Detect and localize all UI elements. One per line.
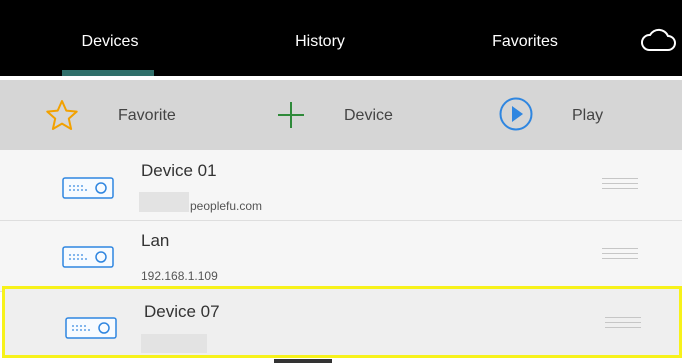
- device-row[interactable]: Lan 192.168.1.109: [0, 221, 682, 292]
- tab-favorites[interactable]: Favorites: [455, 0, 595, 76]
- plus-icon[interactable]: [276, 100, 306, 130]
- tab-devices[interactable]: Devices: [40, 0, 180, 76]
- device-row[interactable]: Device 01 peoplefu.com: [0, 150, 682, 221]
- device-name: Device 07: [144, 302, 220, 321]
- active-tab-indicator: [62, 70, 154, 76]
- favorite-button-label[interactable]: Favorite: [118, 80, 176, 150]
- device-box-icon: [62, 177, 114, 199]
- tab-favorites-label: Favorites: [492, 33, 558, 50]
- play-circle-icon[interactable]: [498, 96, 534, 132]
- drag-handle-icon[interactable]: [602, 178, 638, 192]
- drag-handle-icon[interactable]: [605, 317, 641, 331]
- device-address: peoplefu.com: [190, 199, 263, 213]
- redacted-host-prefix: [139, 192, 189, 212]
- device-row-selected[interactable]: Device 07: [2, 286, 682, 358]
- play-button-label[interactable]: Play: [572, 80, 603, 150]
- tab-history[interactable]: History: [250, 0, 390, 76]
- device-name: Lan: [141, 231, 170, 250]
- top-tab-bar: Devices History Favorites: [0, 0, 682, 76]
- redacted-device-address: [141, 334, 207, 353]
- bottom-edge-element: [274, 359, 332, 363]
- tab-history-label: History: [295, 33, 345, 50]
- add-device-button-label[interactable]: Device: [344, 80, 393, 150]
- tab-devices-label: Devices: [81, 33, 139, 50]
- device-box-icon: [65, 317, 117, 339]
- device-address: 192.168.1.109: [141, 269, 218, 283]
- star-icon[interactable]: [44, 98, 80, 134]
- action-toolbar: Favorite Device Play: [0, 80, 682, 150]
- cloud-icon[interactable]: [640, 26, 676, 54]
- drag-handle-icon[interactable]: [602, 248, 638, 262]
- device-name: Device 01: [141, 161, 217, 180]
- device-box-icon: [62, 246, 114, 268]
